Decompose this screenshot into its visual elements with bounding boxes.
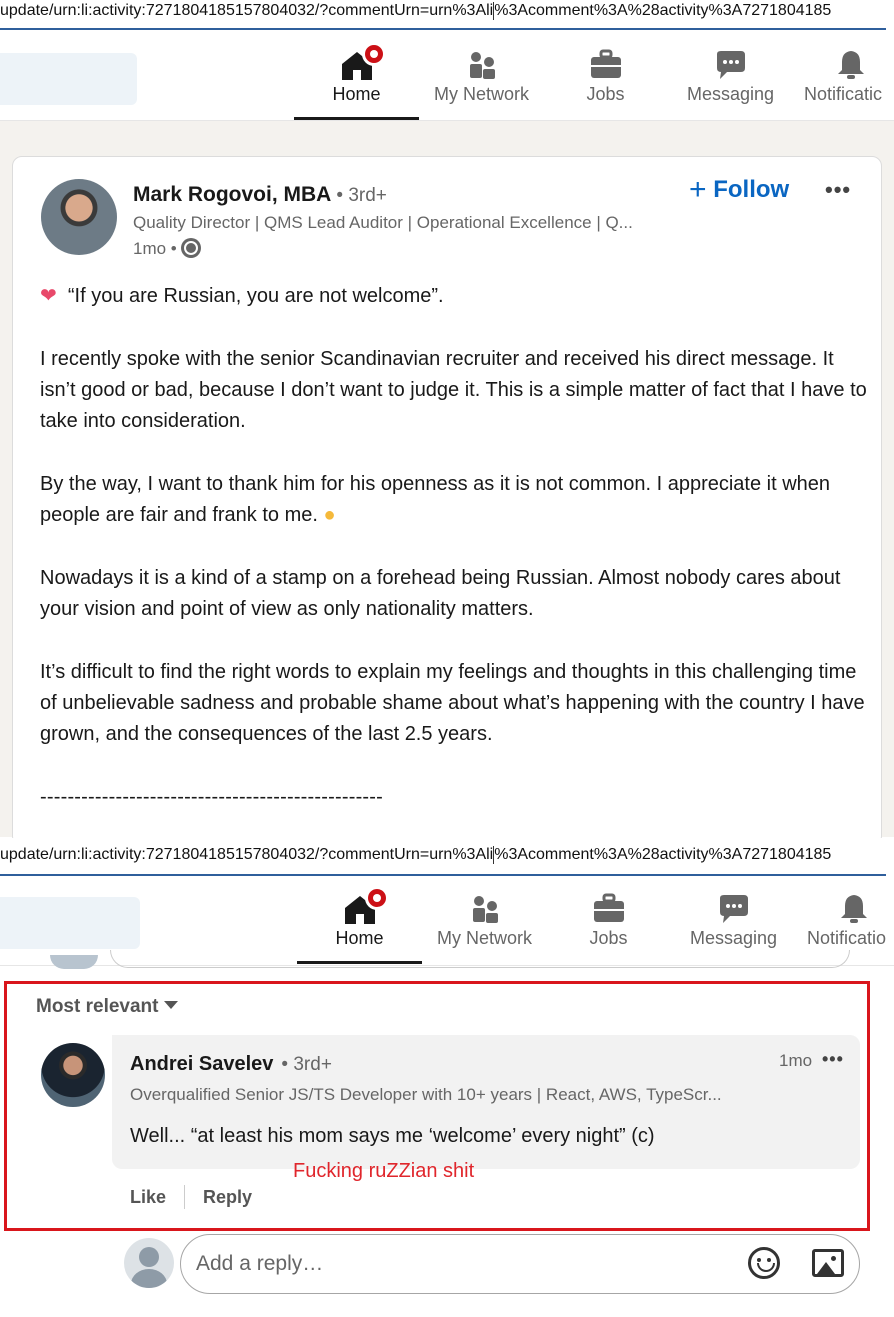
nav-notifications-label: Notificatio <box>807 928 887 948</box>
briefcase-icon <box>546 892 671 926</box>
nav-home-label: Home <box>335 928 384 948</box>
broken-heart-icon: ❤ <box>40 285 57 307</box>
nav-jobs-label: Jobs <box>589 928 628 948</box>
post-card: Mark Rogovoi, MBA • 3rd+ Quality Directo… <box>12 156 882 846</box>
partial-avatar <box>50 955 98 969</box>
nav-home[interactable]: Home <box>297 886 422 964</box>
author-headline: Quality Director | QMS Lead Auditor | Op… <box>133 213 633 232</box>
nav-notifications-label: Notificatic <box>804 84 883 104</box>
url-text-start: update/urn:li:activity:72718041851578040… <box>0 846 494 863</box>
nav-messaging[interactable]: Messaging <box>668 48 793 105</box>
people-icon <box>422 892 547 926</box>
search-box[interactable] <box>0 53 137 105</box>
author-name[interactable]: Mark Rogovoi, MBA • 3rd+ <box>133 183 387 207</box>
nav-jobs[interactable]: Jobs <box>543 48 668 105</box>
post-paragraph-text: “If you are Russian, you are not welcome… <box>67 285 444 307</box>
nav-notifications[interactable]: Notificatic <box>793 48 894 105</box>
url-text-end: %3Acomment%3A%28activity%3A7271804185 <box>494 2 832 19</box>
user-avatar <box>124 1238 174 1288</box>
globe-icon <box>180 238 201 258</box>
highlight-box <box>4 981 870 1231</box>
post-paragraph: By the way, I want to thank him for his … <box>40 469 870 532</box>
plus-icon: + <box>689 173 707 206</box>
post-paragraph: ❤ “If you are Russian, you are not welco… <box>40 281 870 312</box>
partial-comment-box <box>110 950 850 968</box>
nav-home-label: Home <box>332 84 381 104</box>
nav-jobs[interactable]: Jobs <box>546 892 671 949</box>
post-time-text: 1mo • <box>133 239 177 258</box>
post-body: ❤ “If you are Russian, you are not welco… <box>40 281 870 844</box>
url-text-end: %3Acomment%3A%28activity%3A7271804185 <box>494 846 832 863</box>
nav-my-network[interactable]: My Network <box>419 48 544 105</box>
nav-notifications[interactable]: Notificatio <box>796 892 894 949</box>
nav-home[interactable]: Home <box>294 42 419 120</box>
nav-jobs-label: Jobs <box>586 84 625 104</box>
nav-messaging-label: Messaging <box>689 928 778 948</box>
home-icon <box>297 886 422 926</box>
people-icon <box>419 48 544 82</box>
address-bar[interactable]: update/urn:li:activity:72718041851578040… <box>0 0 894 30</box>
notification-badge <box>362 42 386 66</box>
briefcase-icon <box>543 48 668 82</box>
chat-icon <box>671 892 796 926</box>
handshake-icon: ● <box>323 504 336 527</box>
author-avatar[interactable] <box>41 179 117 255</box>
post-paragraph: Nowadays it is a kind of a stamp on a fo… <box>40 566 841 620</box>
nav-messaging[interactable]: Messaging <box>671 892 796 949</box>
post-separator: ----------------------------------------… <box>40 785 384 808</box>
nav-my-network[interactable]: My Network <box>422 892 547 949</box>
notification-badge <box>365 886 389 910</box>
author-name-text[interactable]: Mark Rogovoi, MBA <box>133 183 331 206</box>
follow-button[interactable]: + Follow <box>689 173 789 207</box>
nav-messaging-label: Messaging <box>686 84 775 104</box>
address-bar-2[interactable]: update/urn:li:activity:72718041851578040… <box>0 838 894 876</box>
chat-icon <box>668 48 793 82</box>
active-tab-underline <box>294 117 419 120</box>
author-degree: • 3rd+ <box>336 185 387 206</box>
url-text-start: update/urn:li:activity:72718041851578040… <box>0 2 494 19</box>
home-icon <box>294 42 419 82</box>
post-timestamp: 1mo • <box>133 238 201 259</box>
post-paragraph: I recently spoke with the senior Scandin… <box>40 347 867 433</box>
search-box[interactable] <box>0 897 140 949</box>
bell-icon <box>834 48 894 82</box>
post-more-button[interactable]: ••• <box>825 177 851 203</box>
bell-icon <box>837 892 894 926</box>
follow-label: Follow <box>713 176 790 203</box>
post-paragraph: It’s difficult to find the right words t… <box>40 660 865 746</box>
image-icon[interactable] <box>812 1249 844 1277</box>
nav-my-network-label: My Network <box>433 84 529 104</box>
post-paragraph-text: By the way, I want to thank him for his … <box>40 472 831 527</box>
emoji-icon[interactable] <box>748 1247 780 1279</box>
top-navbar: Home My Network Jobs Messaging Notificat… <box>0 30 894 121</box>
nav-my-network-label: My Network <box>436 928 532 948</box>
